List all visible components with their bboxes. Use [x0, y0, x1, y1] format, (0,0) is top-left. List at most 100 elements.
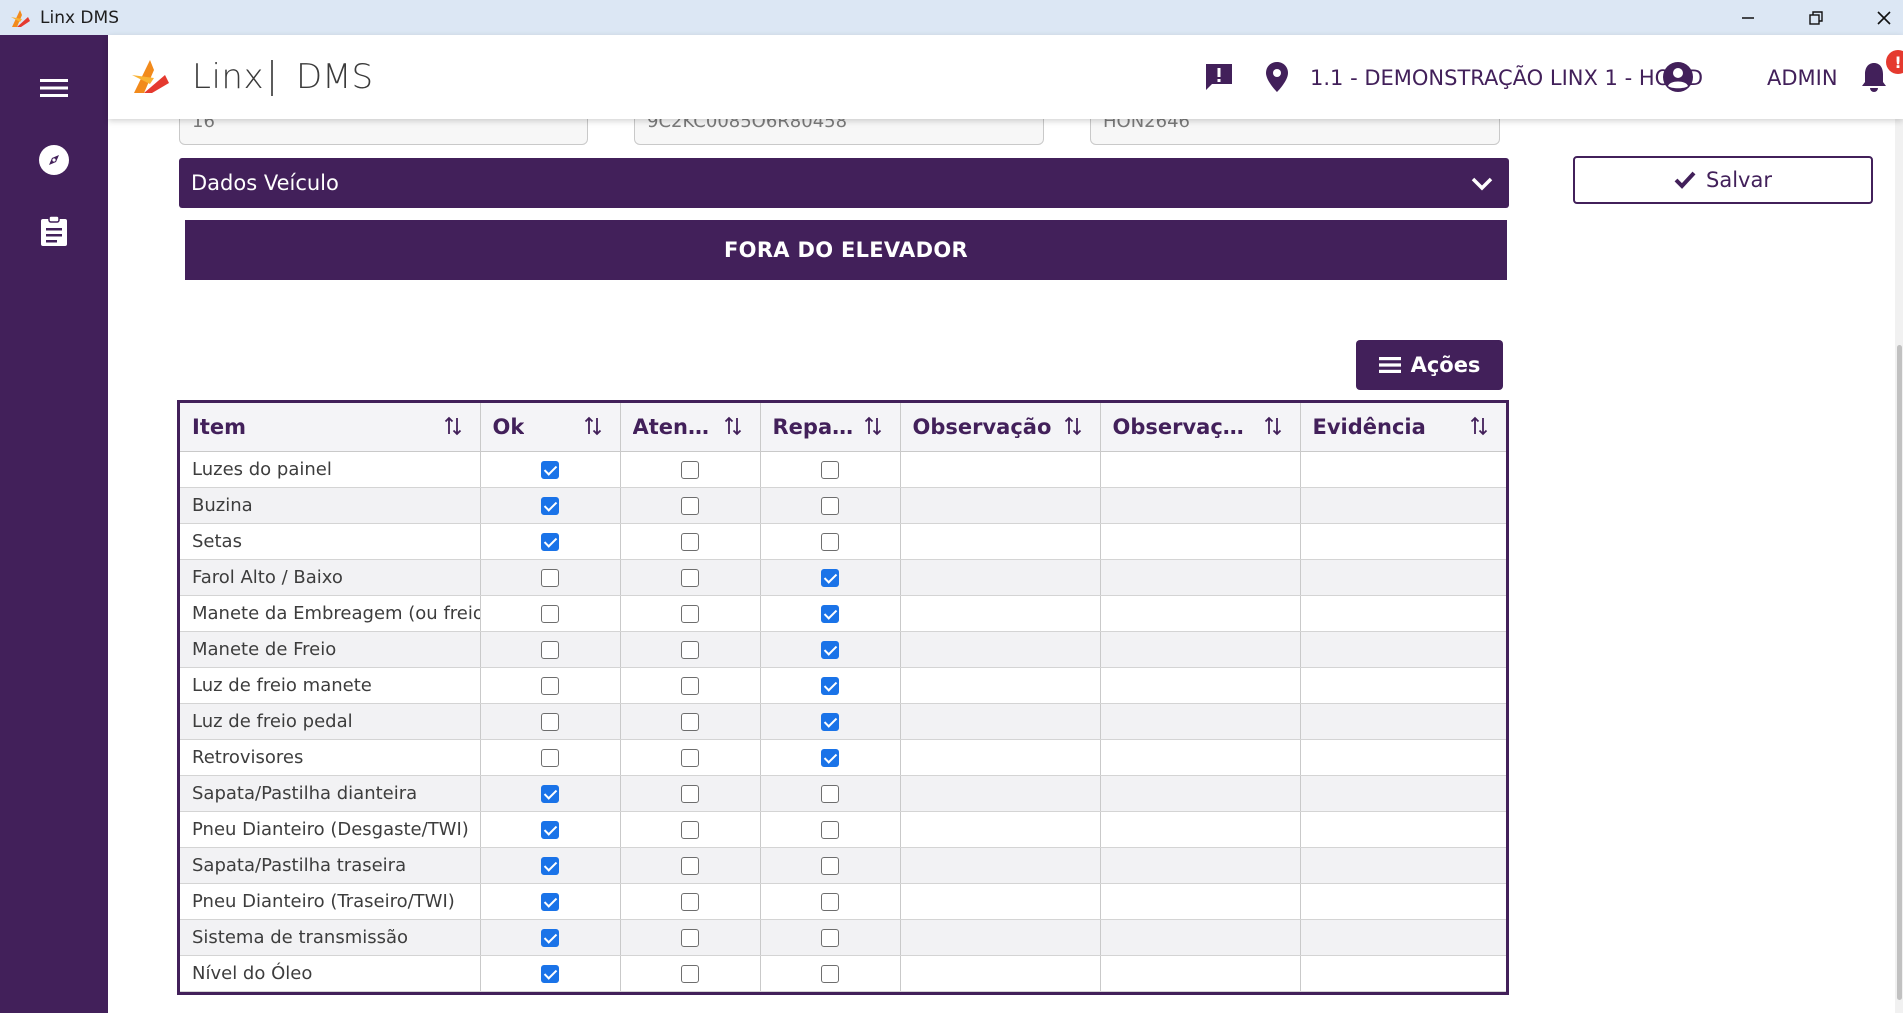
- checkbox-ok[interactable]: [541, 784, 559, 803]
- checkbox-atencao[interactable]: [681, 460, 699, 479]
- checkbox-ok[interactable]: [541, 892, 559, 911]
- sort-icon[interactable]: [584, 416, 602, 436]
- cell-evidencia[interactable]: [1300, 775, 1506, 812]
- checkbox-ok[interactable]: [541, 640, 559, 659]
- checkbox-atencao[interactable]: [681, 748, 699, 767]
- checkbox-atencao[interactable]: [681, 640, 699, 659]
- column-header-ok[interactable]: Ok: [480, 403, 621, 452]
- cell-observacao2[interactable]: [1100, 883, 1301, 920]
- cell-observacao2[interactable]: [1100, 559, 1301, 596]
- checkbox-reparo[interactable]: [821, 496, 839, 515]
- cell-evidencia[interactable]: [1300, 487, 1506, 524]
- cell-evidencia[interactable]: [1300, 631, 1506, 668]
- location-pin-button[interactable]: [1259, 59, 1295, 95]
- cell-evidencia[interactable]: [1300, 595, 1506, 632]
- cell-evidencia[interactable]: [1300, 739, 1506, 776]
- checkbox-atencao[interactable]: [681, 604, 699, 623]
- sidebar-item-explore[interactable]: [34, 140, 74, 180]
- checkbox-ok[interactable]: [541, 604, 559, 623]
- checkbox-ok[interactable]: [541, 928, 559, 947]
- checkbox-atencao[interactable]: [681, 964, 699, 983]
- checkbox-ok[interactable]: [541, 532, 559, 551]
- branch-selector[interactable]: 1.1 - DEMONSTRAÇÃO LINX 1 - HOND: [1310, 66, 1703, 90]
- dados-veiculo-accordion[interactable]: Dados Veículo: [179, 158, 1509, 208]
- close-button[interactable]: [1856, 0, 1903, 35]
- field-chassi-partial[interactable]: 9C2KC0085O6R80458: [634, 119, 1044, 145]
- checkbox-reparo[interactable]: [821, 820, 839, 839]
- checkbox-reparo[interactable]: [821, 784, 839, 803]
- checkbox-ok[interactable]: [541, 676, 559, 695]
- cell-evidencia[interactable]: [1300, 523, 1506, 560]
- sort-icon[interactable]: [1264, 416, 1282, 436]
- user-name[interactable]: ADMIN: [1767, 66, 1838, 90]
- cell-evidencia[interactable]: [1300, 811, 1506, 848]
- cell-observacao[interactable]: [900, 883, 1101, 920]
- sort-icon[interactable]: [1064, 416, 1082, 436]
- checkbox-reparo[interactable]: [821, 460, 839, 479]
- cell-observacao2[interactable]: [1100, 487, 1301, 524]
- checkbox-reparo[interactable]: [821, 604, 839, 623]
- acoes-button[interactable]: Ações: [1356, 340, 1503, 390]
- checkbox-atencao[interactable]: [681, 820, 699, 839]
- cell-observacao[interactable]: [900, 739, 1101, 776]
- checkbox-reparo[interactable]: [821, 532, 839, 551]
- cell-observacao2[interactable]: [1100, 739, 1301, 776]
- column-header-observacao2[interactable]: Observação...: [1100, 403, 1301, 452]
- cell-evidencia[interactable]: [1300, 451, 1506, 488]
- checkbox-atencao[interactable]: [681, 676, 699, 695]
- cell-observacao[interactable]: [900, 955, 1101, 992]
- column-header-evidencia[interactable]: Evidência: [1300, 403, 1506, 452]
- cell-observacao2[interactable]: [1100, 919, 1301, 956]
- checkbox-reparo[interactable]: [821, 892, 839, 911]
- column-header-reparo[interactable]: Repar...: [760, 403, 901, 452]
- cell-evidencia[interactable]: [1300, 919, 1506, 956]
- cell-observacao[interactable]: [900, 631, 1101, 668]
- sort-icon[interactable]: [1470, 416, 1488, 436]
- cell-observacao2[interactable]: [1100, 775, 1301, 812]
- checkbox-reparo[interactable]: [821, 640, 839, 659]
- checkbox-reparo[interactable]: [821, 676, 839, 695]
- cell-observacao[interactable]: [900, 919, 1101, 956]
- cell-observacao2[interactable]: [1100, 595, 1301, 632]
- checkbox-reparo[interactable]: [821, 964, 839, 983]
- checkbox-reparo[interactable]: [821, 748, 839, 767]
- cell-observacao2[interactable]: [1100, 703, 1301, 740]
- sidebar-item-menu[interactable]: [34, 68, 74, 108]
- checkbox-ok[interactable]: [541, 568, 559, 587]
- cell-observacao2[interactable]: [1100, 847, 1301, 884]
- checkbox-ok[interactable]: [541, 856, 559, 875]
- cell-observacao2[interactable]: [1100, 631, 1301, 668]
- save-button[interactable]: Salvar: [1573, 156, 1873, 204]
- cell-evidencia[interactable]: [1300, 703, 1506, 740]
- cell-observacao[interactable]: [900, 667, 1101, 704]
- checkbox-reparo[interactable]: [821, 568, 839, 587]
- cell-observacao[interactable]: [900, 559, 1101, 596]
- checkbox-atencao[interactable]: [681, 496, 699, 515]
- sidebar-item-clipboard[interactable]: [34, 211, 74, 251]
- cell-observacao2[interactable]: [1100, 955, 1301, 992]
- cell-observacao2[interactable]: [1100, 667, 1301, 704]
- cell-observacao[interactable]: [900, 595, 1101, 632]
- cell-observacao[interactable]: [900, 523, 1101, 560]
- user-avatar[interactable]: [1660, 59, 1696, 95]
- field-placa-partial[interactable]: HON2646: [1090, 119, 1500, 145]
- cell-observacao2[interactable]: [1100, 451, 1301, 488]
- sort-icon[interactable]: [864, 416, 882, 436]
- cell-evidencia[interactable]: [1300, 667, 1506, 704]
- checkbox-reparo[interactable]: [821, 856, 839, 875]
- column-header-observacao[interactable]: Observação: [900, 403, 1101, 452]
- checkbox-reparo[interactable]: [821, 712, 839, 731]
- checkbox-atencao[interactable]: [681, 568, 699, 587]
- checkbox-atencao[interactable]: [681, 892, 699, 911]
- cell-evidencia[interactable]: [1300, 883, 1506, 920]
- minimize-button[interactable]: [1720, 0, 1776, 35]
- cell-observacao[interactable]: [900, 451, 1101, 488]
- checkbox-atencao[interactable]: [681, 856, 699, 875]
- restore-button[interactable]: [1788, 0, 1844, 35]
- field-partial-1[interactable]: 16: [179, 119, 588, 145]
- sort-icon[interactable]: [444, 416, 462, 436]
- checkbox-ok[interactable]: [541, 460, 559, 479]
- feedback-button[interactable]: [1201, 59, 1237, 95]
- cell-evidencia[interactable]: [1300, 955, 1506, 992]
- checkbox-ok[interactable]: [541, 712, 559, 731]
